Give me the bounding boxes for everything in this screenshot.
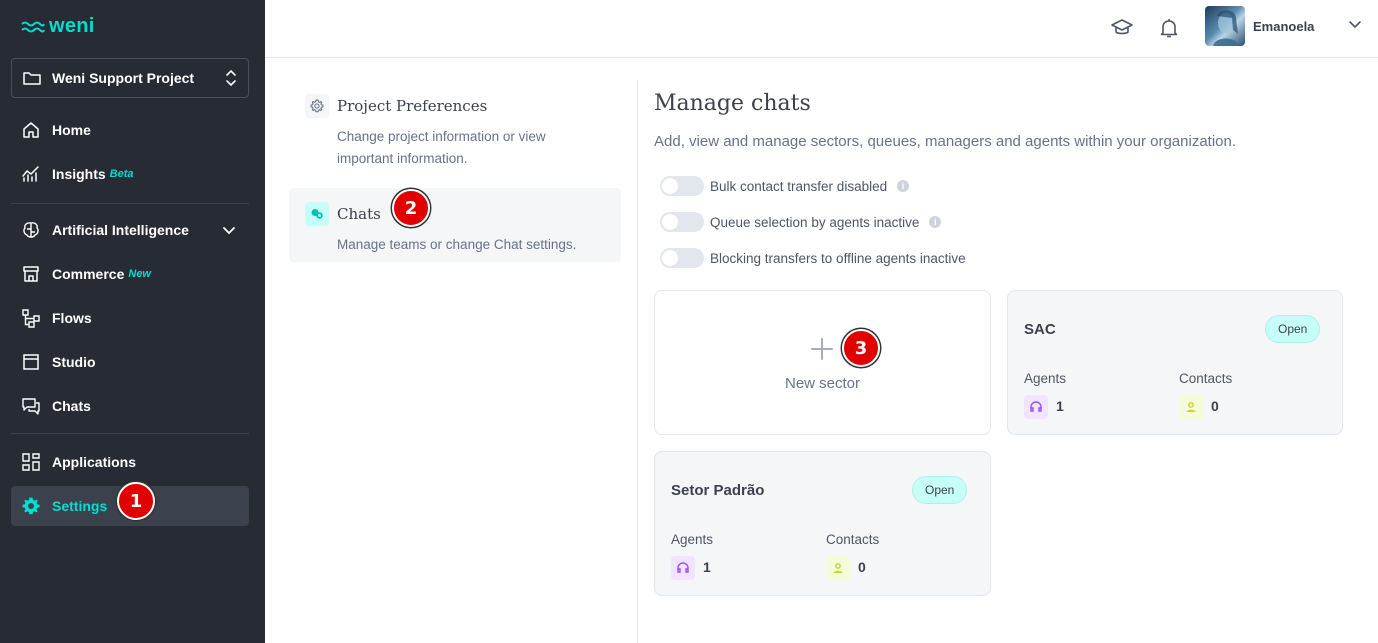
sidebar-item-label: Settings [52, 498, 108, 514]
sidebar-item-label: Home [52, 122, 91, 138]
bell-icon[interactable] [1157, 16, 1181, 40]
page-title: Manage chats [654, 91, 811, 116]
folder-icon [23, 72, 41, 85]
chat-icon [22, 398, 40, 415]
sidebar-item-commerce[interactable]: Commerce New [11, 254, 249, 294]
sector-card-sac[interactable]: SAC Open Agents 1 Contacts 0 [1007, 290, 1343, 435]
new-sector-label: New sector [784, 375, 861, 392]
sector-name: SAC [1024, 321, 1056, 338]
plus-icon [811, 338, 833, 360]
step-marker-3: 3 [842, 329, 880, 367]
toggle-switch[interactable] [660, 176, 704, 196]
info-icon[interactable]: i [897, 180, 910, 192]
sidebar-item-label: Chats [52, 398, 91, 414]
apps-icon [22, 453, 40, 471]
toggle-label: Blocking transfers to offline agents ina… [710, 250, 966, 266]
chevron-down-icon[interactable] [1347, 16, 1363, 32]
person-icon [826, 556, 850, 580]
toggle-switch[interactable] [660, 212, 704, 232]
toggle-switch[interactable] [660, 248, 704, 268]
sidebar-item-flows[interactable]: Flows [11, 298, 249, 338]
logo-text: weni [49, 15, 95, 37]
sidebar-item-insights[interactable]: Insights Beta [11, 154, 249, 194]
agents-count: 1 [703, 559, 711, 575]
sector-card-setor-padrao[interactable]: Setor Padrão Open Agents 1 Contacts 0 [654, 451, 991, 596]
chat-bubbles-icon [305, 202, 329, 226]
headset-icon [671, 556, 695, 580]
sidebar-item-chats[interactable]: Chats [11, 386, 249, 426]
vertical-divider [637, 80, 638, 643]
menu-project-preferences[interactable]: Project Preferences Change project infor… [289, 80, 621, 172]
graduation-cap-icon[interactable] [1110, 16, 1134, 40]
step-marker-1: 1 [117, 482, 155, 520]
project-name: Weni Support Project [52, 70, 195, 86]
agents-count: 1 [1056, 398, 1064, 414]
contacts-count: 0 [858, 559, 866, 575]
sidebar-divider [11, 203, 249, 204]
new-sector-card[interactable]: New sector [654, 290, 991, 435]
brain-icon [23, 222, 39, 238]
sidebar-divider [11, 433, 249, 434]
sidebar-item-home[interactable]: Home [11, 110, 249, 150]
toggle-label: Bulk contact transfer disabled [710, 178, 888, 194]
toggle-label: Queue selection by agents inactive [710, 214, 920, 230]
sidebar-item-label: Artificial Intelligence [52, 222, 189, 238]
headset-icon [1024, 395, 1048, 419]
chevron-down-icon[interactable] [221, 222, 237, 238]
sidebar: weni Weni Support Project Home Insights … [0, 0, 265, 643]
avatar-portrait-icon [1213, 10, 1239, 46]
chevron-up-down-icon [226, 69, 236, 87]
contacts-count: 0 [1211, 398, 1219, 414]
menu-title: Project Preferences [337, 97, 488, 115]
page-description: Add, view and manage sectors, queues, ma… [654, 133, 1237, 150]
gear-icon [305, 94, 329, 118]
project-selector[interactable]: Weni Support Project [11, 58, 249, 98]
menu-description: Manage teams or change Chat settings. [337, 237, 577, 252]
user-name[interactable]: Emanoela [1253, 19, 1314, 34]
store-icon [23, 266, 39, 282]
person-icon [1179, 395, 1203, 419]
contacts-label: Contacts [826, 532, 880, 547]
agents-label: Agents [1024, 371, 1067, 386]
contacts-label: Contacts [1179, 371, 1233, 386]
toggle-blocking-transfers: Blocking transfers to offline agents ina… [660, 248, 966, 268]
window-icon [23, 354, 39, 370]
sidebar-item-label: Insights [52, 166, 106, 182]
sidebar-item-artificial-intelligence[interactable]: Artificial Intelligence [11, 210, 249, 250]
avatar[interactable] [1205, 6, 1245, 46]
sidebar-item-label: Applications [52, 454, 137, 470]
toggle-queue-selection: Queue selection by agents inactive i [660, 212, 942, 232]
step-marker-2: 2 [392, 189, 430, 227]
flows-icon [22, 309, 40, 328]
info-icon[interactable]: i [929, 216, 942, 228]
agents-label: Agents [671, 532, 714, 547]
sidebar-item-label: Studio [52, 354, 96, 370]
menu-description: Change project information or view impor… [337, 129, 546, 166]
sector-name: Setor Padrão [671, 482, 765, 499]
waves-logo-icon [21, 21, 45, 32]
weni-logo[interactable]: weni [21, 15, 95, 38]
sidebar-item-applications[interactable]: Applications [11, 442, 249, 482]
home-icon [23, 122, 39, 138]
status-badge: Open [1265, 315, 1321, 343]
sidebar-item-studio[interactable]: Studio [11, 342, 249, 382]
status-badge: Open [912, 476, 968, 504]
menu-title: Chats [337, 205, 381, 223]
chart-icon [22, 166, 39, 182]
sidebar-item-label: Flows [52, 310, 92, 326]
beta-tag: Beta [109, 168, 134, 180]
toggle-bulk-contact-transfer: Bulk contact transfer disabled i [660, 176, 910, 196]
top-header: Emanoela [265, 0, 1378, 58]
gear-icon [22, 497, 40, 515]
new-tag: New [128, 268, 151, 280]
sidebar-item-label: Commerce [52, 266, 125, 282]
menu-chats[interactable]: Chats Manage teams or change Chat settin… [289, 188, 621, 262]
